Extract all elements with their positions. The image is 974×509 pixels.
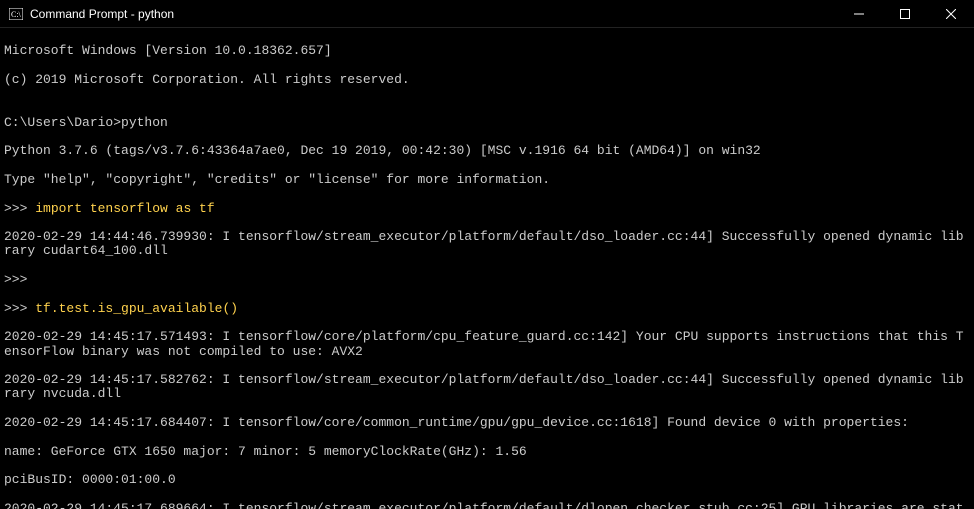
output-line: C:\Users\Dario>python bbox=[4, 116, 970, 130]
window-title: Command Prompt - python bbox=[30, 7, 836, 21]
output-line: 2020-02-29 14:45:17.571493: I tensorflow… bbox=[4, 330, 970, 359]
titlebar[interactable]: C:\ Command Prompt - python bbox=[0, 0, 974, 28]
prompt-line: >>> import tensorflow as tf bbox=[4, 202, 970, 216]
user-input: tf.test.is_gpu_available() bbox=[35, 301, 238, 316]
prompt: >>> bbox=[4, 201, 35, 216]
minimize-button[interactable] bbox=[836, 0, 882, 27]
output-line: 2020-02-29 14:45:17.689664: I tensorflow… bbox=[4, 502, 970, 509]
terminal-output[interactable]: Microsoft Windows [Version 10.0.18362.65… bbox=[0, 28, 974, 509]
prompt-line: >>> tf.test.is_gpu_available() bbox=[4, 302, 970, 316]
output-line: 2020-02-29 14:44:46.739930: I tensorflow… bbox=[4, 230, 970, 259]
output-line: 2020-02-29 14:45:17.684407: I tensorflow… bbox=[4, 416, 970, 430]
cmd-icon: C:\ bbox=[8, 6, 24, 22]
output-line: name: GeForce GTX 1650 major: 7 minor: 5… bbox=[4, 445, 970, 459]
output-line: (c) 2019 Microsoft Corporation. All righ… bbox=[4, 73, 970, 87]
window-controls bbox=[836, 0, 974, 27]
output-line: Type "help", "copyright", "credits" or "… bbox=[4, 173, 970, 187]
prompt: >>> bbox=[4, 301, 35, 316]
output-line: 2020-02-29 14:45:17.582762: I tensorflow… bbox=[4, 373, 970, 402]
user-input: import tensorflow as tf bbox=[35, 201, 214, 216]
svg-text:C:\: C:\ bbox=[11, 10, 22, 19]
output-line: Microsoft Windows [Version 10.0.18362.65… bbox=[4, 44, 970, 58]
output-line: Python 3.7.6 (tags/v3.7.6:43364a7ae0, De… bbox=[4, 144, 970, 158]
prompt-line: >>> bbox=[4, 273, 970, 287]
output-line: pciBusID: 0000:01:00.0 bbox=[4, 473, 970, 487]
window: C:\ Command Prompt - python Microsoft Wi… bbox=[0, 0, 974, 509]
close-button[interactable] bbox=[928, 0, 974, 27]
maximize-button[interactable] bbox=[882, 0, 928, 27]
